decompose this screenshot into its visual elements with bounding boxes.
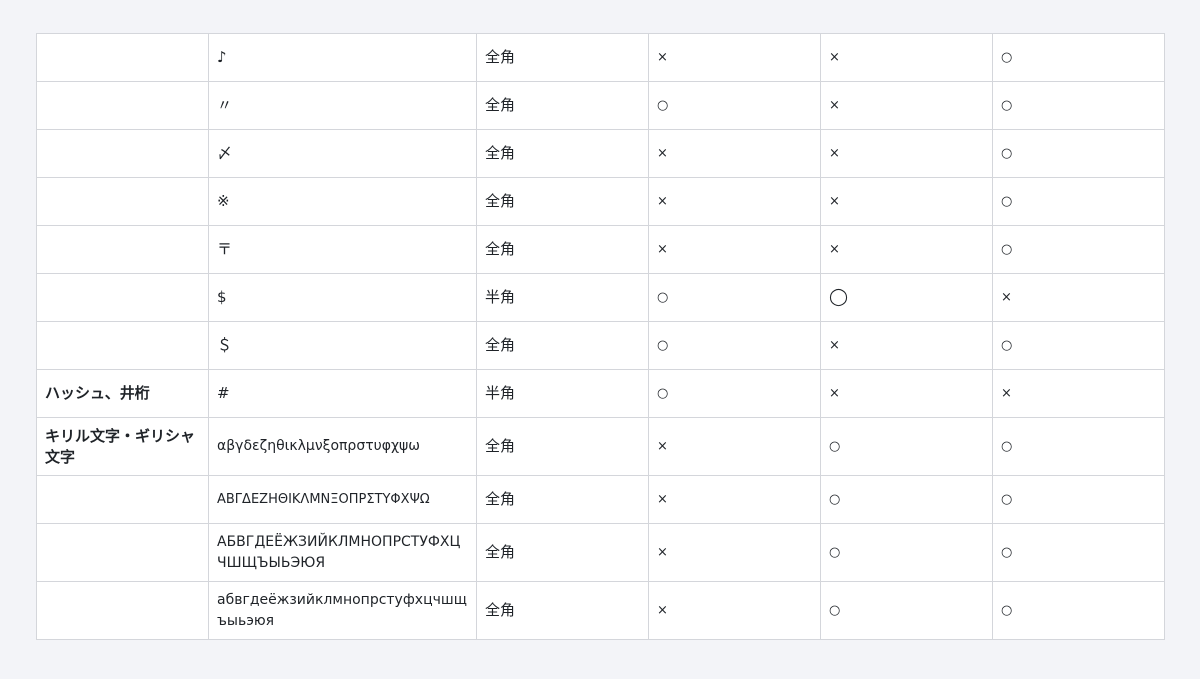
support-mark-cell: ×: [648, 475, 821, 524]
width-cell: 半角: [476, 273, 649, 322]
character-cell: 〃: [208, 81, 477, 130]
support-mark-cell: ×: [820, 369, 993, 418]
character-cell: абвгдеёжзийклмнопрстуфхцчшщъыьэюя: [208, 581, 477, 640]
character-cell: ※: [208, 177, 477, 226]
character-cell: ΑΒΓΔΕΖΗΘΙΚΛΜΝΞΟΠΡΣΤΥΦΧΨΩ: [208, 475, 477, 524]
table-row: ※ 全角 × × ○: [36, 177, 1165, 226]
support-mark-cell: ×: [648, 129, 821, 178]
table-row: キリル文字・ギリシャ文字 αβγδεζηθικλμνξοπρστυφχψω 全角…: [36, 417, 1165, 476]
width-cell: 全角: [476, 177, 649, 226]
support-mark-cell: ×: [992, 273, 1165, 322]
support-mark-cell: ×: [820, 177, 993, 226]
support-mark-cell: ×: [820, 81, 993, 130]
support-mark-cell: ◯: [820, 273, 993, 322]
support-mark-cell: ×: [648, 523, 821, 582]
support-mark-cell: ×: [648, 225, 821, 274]
width-cell: 全角: [476, 581, 649, 640]
support-mark-cell: ○: [820, 417, 993, 476]
character-cell: ♪: [208, 33, 477, 82]
character-support-table: ♪ 全角 × × ○ 〃 全角 ○ × ○ 〆 全角 × × ○ ※ 全角 × …: [36, 33, 1165, 640]
width-cell: 全角: [476, 417, 649, 476]
support-mark-cell: ×: [820, 321, 993, 370]
support-mark-cell: ×: [648, 177, 821, 226]
character-cell: αβγδεζηθικλμνξοπρστυφχψω: [208, 417, 477, 476]
category-cell: [36, 129, 209, 178]
width-cell: 全角: [476, 321, 649, 370]
support-mark-cell: ×: [820, 33, 993, 82]
support-mark-cell: ○: [820, 475, 993, 524]
support-mark-cell: ○: [992, 81, 1165, 130]
category-cell: [36, 523, 209, 582]
category-cell: [36, 225, 209, 274]
support-mark-cell: ○: [820, 523, 993, 582]
width-cell: 全角: [476, 33, 649, 82]
support-mark-cell: ×: [992, 369, 1165, 418]
support-mark-cell: ○: [992, 581, 1165, 640]
table-row: ハッシュ、井桁 # 半角 ○ × ×: [36, 369, 1165, 418]
support-mark-cell: ○: [992, 417, 1165, 476]
support-mark-cell: ○: [648, 369, 821, 418]
support-mark-cell: ○: [992, 177, 1165, 226]
support-mark-cell: ○: [648, 321, 821, 370]
category-cell: [36, 475, 209, 524]
support-mark-cell: ○: [992, 475, 1165, 524]
support-mark-cell: ○: [992, 321, 1165, 370]
table-row: абвгдеёжзийклмнопрстуфхцчшщъыьэюя 全角 × ○…: [36, 581, 1165, 640]
support-mark-cell: ○: [648, 81, 821, 130]
support-mark-cell: ×: [820, 225, 993, 274]
character-table-container: ♪ 全角 × × ○ 〃 全角 ○ × ○ 〆 全角 × × ○ ※ 全角 × …: [36, 33, 1165, 640]
table-row: АБВГДЕЁЖЗИЙКЛМНОПРСТУФХЦЧШЩЪЫЬЭЮЯ 全角 × ○…: [36, 523, 1165, 582]
support-mark-cell: ○: [648, 273, 821, 322]
support-mark-cell: ×: [648, 33, 821, 82]
table-row: $ 半角 ○ ◯ ×: [36, 273, 1165, 322]
table-row: ♪ 全角 × × ○: [36, 33, 1165, 82]
support-mark-cell: ×: [648, 581, 821, 640]
support-mark-cell: ×: [648, 417, 821, 476]
category-cell: [36, 33, 209, 82]
category-cell: キリル文字・ギリシャ文字: [36, 417, 209, 476]
width-cell: 全角: [476, 523, 649, 582]
table-row: ＄ 全角 ○ × ○: [36, 321, 1165, 370]
width-cell: 全角: [476, 225, 649, 274]
category-cell: [36, 581, 209, 640]
category-cell: [36, 177, 209, 226]
character-cell: 〆: [208, 129, 477, 178]
width-cell: 全角: [476, 81, 649, 130]
category-cell: [36, 321, 209, 370]
width-cell: 半角: [476, 369, 649, 418]
support-mark-cell: ○: [992, 225, 1165, 274]
character-cell: #: [208, 369, 477, 418]
table-row: 〃 全角 ○ × ○: [36, 81, 1165, 130]
table-row: ΑΒΓΔΕΖΗΘΙΚΛΜΝΞΟΠΡΣΤΥΦΧΨΩ 全角 × ○ ○: [36, 475, 1165, 524]
character-cell: ＄: [208, 321, 477, 370]
character-cell: $: [208, 273, 477, 322]
support-mark-cell: ○: [992, 129, 1165, 178]
width-cell: 全角: [476, 129, 649, 178]
support-mark-cell: ○: [992, 523, 1165, 582]
width-cell: 全角: [476, 475, 649, 524]
support-mark-cell: ×: [820, 129, 993, 178]
table-row: 〒 全角 × × ○: [36, 225, 1165, 274]
category-cell: [36, 273, 209, 322]
support-mark-cell: ○: [992, 33, 1165, 82]
character-cell: АБВГДЕЁЖЗИЙКЛМНОПРСТУФХЦЧШЩЪЫЬЭЮЯ: [208, 523, 477, 582]
character-cell: 〒: [208, 225, 477, 274]
support-mark-cell: ○: [820, 581, 993, 640]
table-row: 〆 全角 × × ○: [36, 129, 1165, 178]
category-cell: ハッシュ、井桁: [36, 369, 209, 418]
category-cell: [36, 81, 209, 130]
